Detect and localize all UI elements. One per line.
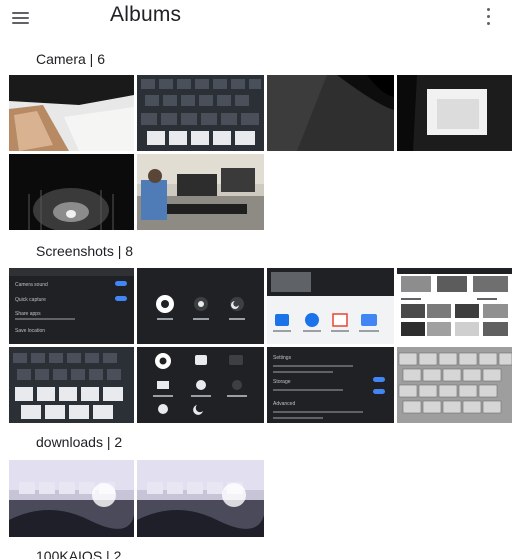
screenshot-thumbnail[interactable] (397, 268, 512, 344)
photo-thumbnail[interactable] (9, 460, 134, 537)
screenshot-thumbnail[interactable]: Camera sound Quick capture Share apps Sa… (9, 268, 134, 344)
screenshot-thumbnail[interactable]: Settings Storage Advanced (267, 347, 394, 423)
quick-capture-label: Quick capture (15, 297, 46, 303)
photo-thumbnail[interactable] (137, 154, 264, 230)
page-title: Albums (110, 3, 182, 26)
photo-thumbnail[interactable] (137, 460, 264, 537)
storage-label: Storage (273, 379, 291, 385)
save-location-label: Save location (15, 328, 45, 334)
screenshot-thumbnail[interactable] (397, 347, 512, 423)
hamburger-menu-icon[interactable] (10, 8, 32, 26)
advanced-label: Advanced (273, 401, 295, 407)
camera-sound-label: Camera sound (15, 282, 48, 288)
more-vertical-icon[interactable] (482, 5, 496, 29)
share-apps-label: Share apps (15, 311, 41, 317)
album-header-downloads[interactable]: downloads | 2 (36, 434, 122, 450)
settings-label: Settings (273, 355, 292, 361)
photo-thumbnail[interactable] (9, 75, 134, 151)
screenshot-thumbnail[interactable] (137, 347, 264, 423)
screenshot-thumbnail[interactable] (137, 268, 264, 344)
album-header-screenshots[interactable]: Screenshots | 8 (36, 243, 133, 259)
screenshot-thumbnail[interactable] (267, 268, 394, 344)
photo-thumbnail[interactable] (137, 75, 264, 151)
photo-thumbnail[interactable] (267, 75, 394, 151)
album-header-100kaios[interactable]: 100KAIOS | 2 (36, 548, 121, 559)
photo-thumbnail[interactable] (9, 154, 134, 230)
screenshot-thumbnail[interactable] (9, 347, 134, 423)
album-header-camera[interactable]: Camera | 6 (36, 51, 105, 67)
photo-thumbnail[interactable] (397, 75, 512, 151)
app-bar: Albums (0, 0, 512, 36)
